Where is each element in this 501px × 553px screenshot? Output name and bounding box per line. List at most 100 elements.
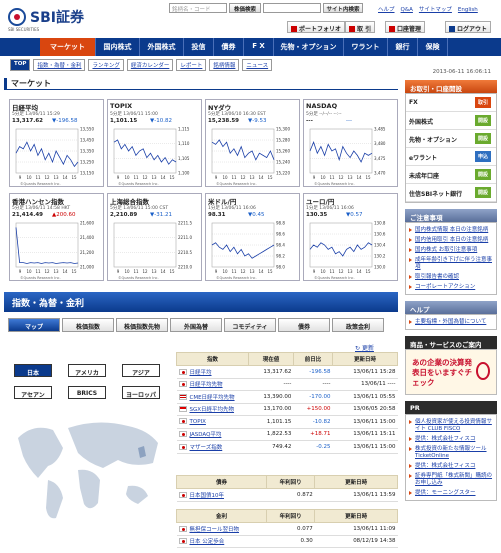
tab-stock-info[interactable]: 銘柄情報 (209, 59, 240, 71)
tab-bonds[interactable]: 債券 (278, 318, 330, 332)
nav-warrants[interactable]: ワラント (344, 38, 388, 56)
mini-chart-7[interactable]: ユーロ/円 1分足 13/06/11 16:06 130.35 ▼0.57 130.8 1… (303, 193, 398, 281)
nav-bonds[interactable]: 債券 (214, 38, 244, 56)
pr-link[interactable]: 提供：モーニングスター (415, 490, 476, 496)
account-row-button[interactable]: 開設 (475, 133, 491, 144)
stock-search-button[interactable]: 株価検索 (229, 3, 261, 13)
pr-link[interactable]: 提供：株式会社フィスコ (415, 436, 475, 442)
help-link[interactable]: 主要指標・外国為替について (415, 319, 486, 325)
earnings-banner[interactable]: あの企業の決算発表日をいますぐチェック (405, 349, 497, 395)
logout-button[interactable]: ログアウト (445, 21, 492, 33)
notice-link[interactable]: 国内信用取引 本日の注意銘柄 (415, 237, 488, 243)
copyright-text: ©Quants Research Inc. (20, 182, 61, 186)
mini-chart-4[interactable]: 香港ハンセン指数 5分足 13/06/11 14:58 HKT 21,414.49 ▲… (9, 193, 104, 281)
copyright-text: ©Quants Research Inc. (314, 182, 355, 186)
region-europe[interactable]: ヨーロッパ (122, 386, 160, 399)
trade-button[interactable]: 取 引 (345, 21, 376, 33)
region-asean[interactable]: アセアン (14, 386, 52, 399)
tab-ranking[interactable]: ランキング (88, 59, 124, 71)
mini-chart-value: 130.35 (306, 212, 328, 218)
nav-futures-options[interactable]: 先物・オプション (274, 38, 344, 56)
sbi-logo[interactable]: SBI証券 SBI SECURITIES (8, 6, 98, 32)
plot-frame (113, 222, 177, 268)
mini-chart-plot: 2211.5 2211.0 2210.5 2210.0 9 10 11 12 13 14 15 ©Qu… (113, 221, 192, 280)
pr-link[interactable]: 証券専門紙「株式新聞」購読のお申し込み (415, 473, 492, 486)
notice-link[interactable]: 取引報告書の確認 (415, 274, 459, 280)
index-link[interactable]: SGX日経平均先物 (190, 407, 235, 413)
mini-chart-0[interactable]: 日経平均 5分足 13/06/11 15:29 13,317.62 ▼-196.58 1… (9, 99, 104, 187)
rate_table-link[interactable]: 日本 公定歩合 (190, 539, 225, 545)
pr-link[interactable]: 株式投資の新たな情報ツール TicketOnline (415, 446, 487, 459)
index-link[interactable]: 日経平均 (190, 370, 212, 376)
mini-chart-1[interactable]: TOPIX 5分足 13/06/11 15:00 1,101.15 ▼-10.82 1,… (107, 99, 202, 187)
mini-chart-2[interactable]: NYダウ 5分足 13/06/10 16:30 EST 15,238.59 ▼-9.5… (205, 99, 300, 187)
index-link[interactable]: TOPIX (190, 419, 206, 425)
x-tick-label: 11 (35, 269, 41, 274)
nav-funds[interactable]: 投信 (184, 38, 214, 56)
notice-link[interactable]: 国内株式 お取引注意事項 (415, 247, 477, 253)
account-row-button[interactable]: 開設 (475, 187, 491, 198)
nav-insurance[interactable]: 保険 (418, 38, 448, 56)
index-link[interactable]: JASDAQ平均 (190, 432, 222, 438)
y-tick-label: 3,475 (374, 156, 386, 161)
x-tick-label: 13 (347, 175, 353, 180)
help-link[interactable]: ヘルプ (378, 7, 395, 13)
y-tick-label: 1,105 (178, 156, 190, 161)
region-brics[interactable]: BRICS (68, 386, 106, 399)
tab-policy-rate[interactable]: 政策金利 (332, 318, 384, 332)
bond_table-link[interactable]: 日本国債10年 (190, 493, 225, 499)
notice-link[interactable]: 成年年齢引き下げに伴う注意事項 (415, 257, 492, 270)
account-button[interactable]: 口座管理 (385, 21, 426, 33)
region-america[interactable]: アメリカ (68, 364, 106, 377)
sitemap-link[interactable]: サイトマップ (419, 7, 452, 13)
y-tick-label: 130.8 (374, 221, 386, 226)
update-link[interactable]: ↻ 更新 (355, 343, 374, 352)
tab-forex[interactable]: 外国為替 (170, 318, 222, 332)
tab-map[interactable]: マップ (8, 318, 60, 332)
notice-link[interactable]: 国内株式情報 本日の注意銘柄 (415, 227, 488, 233)
nav-foreign-stocks[interactable]: 外国株式 (140, 38, 184, 56)
tab-news[interactable]: ニュース (242, 59, 273, 71)
tab-index-fx-rate[interactable]: 指数・為替・金利 (33, 59, 86, 71)
tab-report[interactable]: レポート (176, 59, 207, 71)
tab-top[interactable]: TOP (10, 59, 31, 71)
x-tick-label: 13 (151, 269, 157, 274)
stock-search-input[interactable]: 銘柄名・コード (169, 3, 227, 13)
tab-calendar[interactable]: 経済カレンダー (126, 59, 174, 71)
pr-link[interactable]: 提供：株式会社フィスコ (415, 463, 475, 469)
region-asia[interactable]: アジア (122, 364, 160, 377)
pr-link[interactable]: 個人投資家が使える投資情報サイト CLUB FISCO (415, 419, 492, 432)
region-map: 日本 アメリカ アジア アセアン BRICS ヨーロッパ (4, 350, 172, 550)
plot-frame (15, 222, 79, 268)
index-link[interactable]: 日経平均先物 (190, 382, 223, 388)
tab-stock-index[interactable]: 株価指数 (62, 318, 114, 332)
rate_table-link[interactable]: 無担保コール翌日物 (190, 527, 240, 533)
tab-index-futures[interactable]: 株価指数先物 (116, 318, 168, 332)
tab-commodity[interactable]: コモディティ (224, 318, 276, 332)
account-row-button[interactable]: 申込 (475, 151, 491, 162)
mini-chart-3[interactable]: NASDAQ 5分足 --/--/-- --:-- --- --- 3,485 3,480… (303, 99, 398, 187)
english-link[interactable]: English (458, 7, 478, 13)
portfolio-button[interactable]: ポートフォリオ (287, 21, 346, 33)
account-row-button[interactable]: 開設 (475, 169, 491, 180)
mini-chart-5[interactable]: 上海総合指数 5分足 13/06/11 15:00 CST 2,210.89 ▼-31… (107, 193, 202, 281)
col-updated: 更新日時 (332, 352, 398, 366)
logo-text: SBI証券 (30, 10, 84, 26)
index-link[interactable]: CME日経平均先物 (190, 395, 235, 401)
nav-fx[interactable]: F X (244, 38, 274, 56)
nav-domestic-stocks[interactable]: 国内株式 (96, 38, 140, 56)
site-search-button[interactable]: サイト内検索 (323, 3, 363, 13)
account-row-button[interactable]: 取引 (475, 97, 491, 108)
index-link[interactable]: マザーズ指数 (190, 445, 223, 451)
account-row: 住信SBIネット銀行 開設 (406, 184, 496, 202)
account-row-button[interactable]: 開設 (475, 115, 491, 126)
notice-link[interactable]: コーポレートアクション (415, 284, 475, 290)
nav-market[interactable]: マーケット (40, 38, 96, 56)
qa-link[interactable]: Q&A (401, 7, 413, 13)
copyright-text: ©Quants Research Inc. (216, 276, 257, 280)
mini-chart-6[interactable]: 米ドル/円 1分足 13/06/11 16:06 98.31 ▼0.45 98.8 98.… (205, 193, 300, 281)
nav-bank[interactable]: 銀行 (388, 38, 418, 56)
updated-time: 13/06/11 13:59 (314, 488, 398, 502)
site-search-input[interactable] (263, 3, 321, 13)
region-japan[interactable]: 日本 (14, 364, 52, 377)
